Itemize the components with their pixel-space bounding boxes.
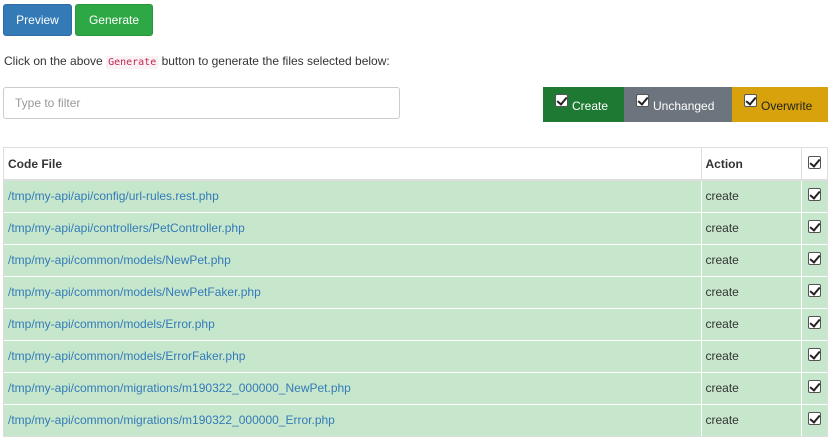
code-file-cell: /tmp/my-api/common/models/NewPetFaker.ph… [4, 275, 701, 308]
row-select-checkbox[interactable] [800, 275, 827, 308]
action-cell: create [700, 371, 801, 404]
checkbox-checked-icon [807, 220, 821, 234]
row-select-checkbox[interactable] [800, 179, 827, 212]
checkbox-checked-icon [807, 380, 821, 394]
generate-button[interactable]: Generate [75, 4, 153, 36]
action-cell: create [700, 179, 801, 212]
legend-unchanged-label: Unchanged [653, 98, 715, 113]
filter-input[interactable] [3, 87, 400, 119]
code-file-cell: /tmp/my-api/common/models/ErrorFaker.php [4, 339, 701, 372]
code-file-link[interactable]: /tmp/my-api/common/migrations/m190322_00… [8, 381, 351, 395]
row-select-checkbox[interactable] [800, 371, 827, 404]
checkbox-checked-icon [807, 252, 821, 266]
action-cell: create [700, 211, 801, 244]
checkbox-checked-icon [807, 348, 821, 362]
action-cell: create [700, 307, 801, 340]
column-header-code-file: Code File [4, 148, 701, 181]
code-file-cell: /tmp/my-api/api/controllers/PetControlle… [4, 211, 701, 244]
preview-button[interactable]: Preview [3, 4, 72, 36]
code-file-link[interactable]: /tmp/my-api/api/config/url-rules.rest.ph… [8, 189, 219, 203]
row-select-checkbox[interactable] [800, 339, 827, 372]
instruction-before: Click on the above [4, 54, 107, 68]
code-file-cell: /tmp/my-api/common/migrations/m190322_00… [4, 371, 701, 404]
action-cell: create [700, 403, 801, 436]
code-file-link[interactable]: /tmp/my-api/common/models/ErrorFaker.php [8, 349, 245, 363]
column-header-action: Action [700, 148, 801, 181]
action-cell: create [700, 339, 801, 372]
code-file-cell: /tmp/my-api/common/models/NewPet.php [4, 243, 701, 276]
instruction-text: Click on the above Generate button to ge… [4, 53, 390, 69]
code-file-link[interactable]: /tmp/my-api/common/models/NewPet.php [8, 253, 231, 267]
table-row: /tmp/my-api/common/models/NewPet.php crea… [4, 243, 827, 276]
checkbox-checked-icon [807, 155, 821, 169]
code-file-cell: /tmp/my-api/api/config/url-rules.rest.ph… [4, 179, 701, 212]
table-row: /tmp/my-api/api/controllers/PetControlle… [4, 211, 827, 244]
action-cell: create [700, 275, 801, 308]
checkbox-checked-icon [744, 94, 757, 107]
select-all-checkbox[interactable] [800, 148, 827, 181]
checkbox-checked-icon [807, 412, 821, 426]
code-file-cell: /tmp/my-api/common/models/Error.php [4, 307, 701, 340]
checkbox-checked-icon [807, 284, 821, 298]
files-table: Code File Action /tmp/my-api/api/config/… [3, 147, 828, 437]
action-legend: Create Unchanged Overwrite [543, 87, 828, 122]
legend-overwrite-label: Overwrite [761, 98, 813, 113]
action-cell: create [700, 243, 801, 276]
table-row: /tmp/my-api/api/config/url-rules.rest.ph… [4, 179, 827, 212]
checkbox-checked-icon [636, 94, 649, 107]
legend-create-label: Create [572, 98, 609, 113]
table-row: /tmp/my-api/common/models/ErrorFaker.php… [4, 339, 827, 372]
checkbox-checked-icon [555, 94, 568, 107]
table-row: /tmp/my-api/common/migrations/m190322_00… [4, 371, 827, 404]
instruction-after: button to generate the files selected be… [158, 54, 390, 68]
instruction-code: Generate [106, 56, 159, 69]
code-file-link[interactable]: /tmp/my-api/common/models/Error.php [8, 317, 215, 331]
row-select-checkbox[interactable] [800, 243, 827, 276]
row-select-checkbox[interactable] [800, 307, 827, 340]
table-row: /tmp/my-api/common/models/NewPetFaker.ph… [4, 275, 827, 308]
code-file-link[interactable]: /tmp/my-api/common/migrations/m190322_00… [8, 413, 335, 427]
legend-create-toggle[interactable]: Create [543, 87, 624, 122]
table-row: /tmp/my-api/common/migrations/m190322_00… [4, 403, 827, 436]
table-header-row: Code File Action [4, 148, 827, 181]
table-row: /tmp/my-api/common/models/Error.php creat… [4, 307, 827, 340]
code-file-link[interactable]: /tmp/my-api/common/models/NewPetFaker.ph… [8, 285, 261, 299]
row-select-checkbox[interactable] [800, 403, 827, 436]
checkbox-checked-icon [807, 188, 821, 202]
code-file-cell: /tmp/my-api/common/migrations/m190322_00… [4, 403, 701, 436]
code-file-link[interactable]: /tmp/my-api/api/controllers/PetControlle… [8, 221, 245, 235]
row-select-checkbox[interactable] [800, 211, 827, 244]
legend-overwrite-toggle[interactable]: Overwrite [732, 87, 828, 122]
checkbox-checked-icon [807, 316, 821, 330]
legend-unchanged-toggle[interactable]: Unchanged [624, 87, 732, 122]
